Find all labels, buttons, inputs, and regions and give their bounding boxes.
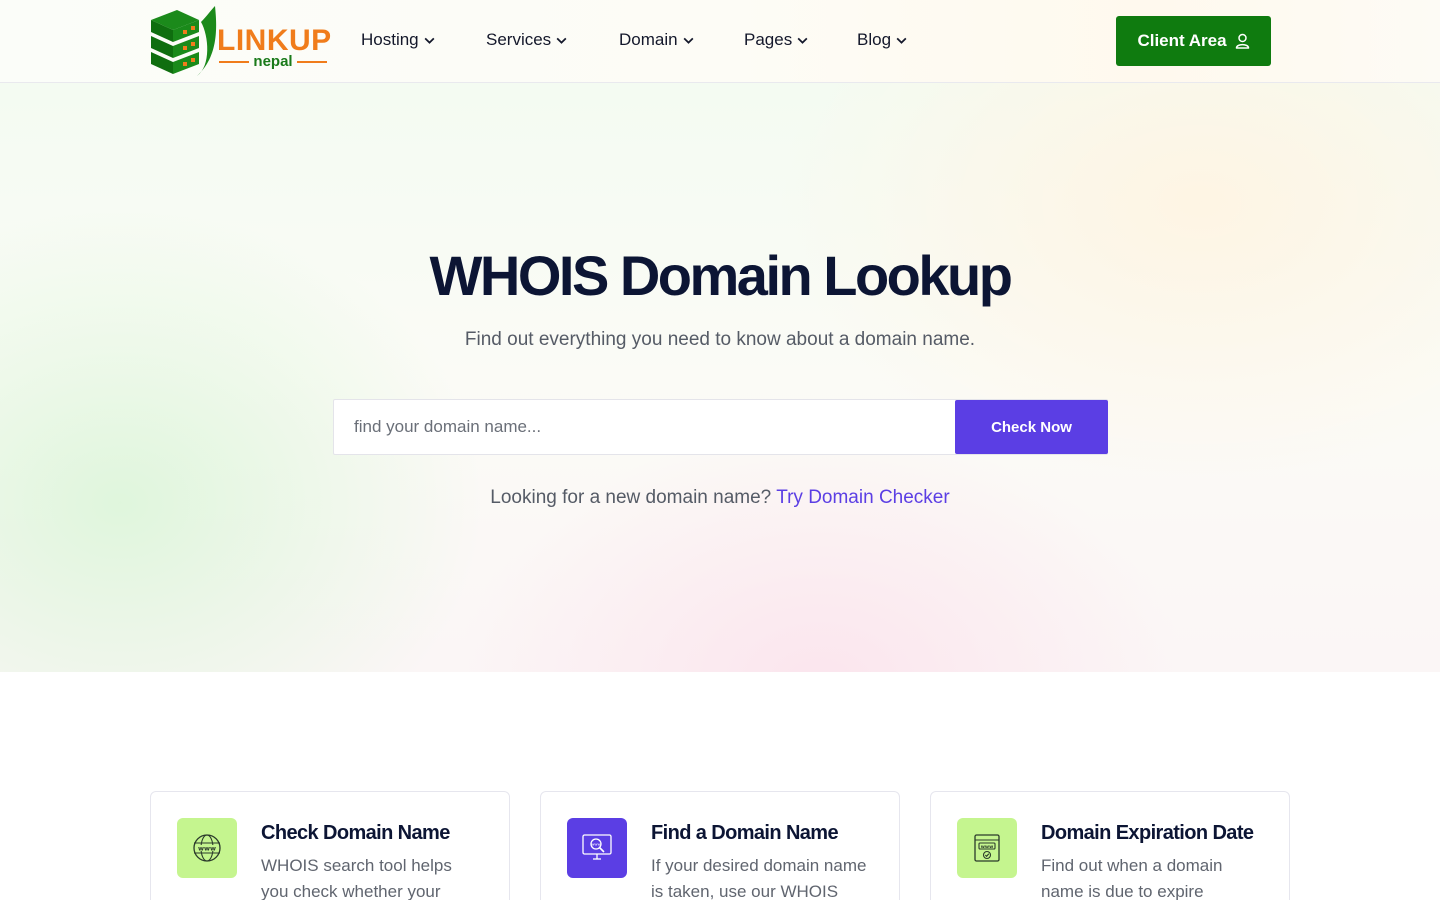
feature-description: WHOIS search tool helps you check whethe… bbox=[261, 856, 452, 900]
check-now-button[interactable]: Check Now bbox=[955, 400, 1108, 454]
client-area-label: Client Area bbox=[1137, 31, 1227, 50]
nav-item-blog[interactable]: Blog bbox=[857, 30, 908, 50]
feature-description: Find out when a domain name is due to ex… bbox=[1041, 856, 1223, 900]
site-header: LINKUP nepal Hosting Services Domain Pag… bbox=[0, 0, 1440, 83]
nav-item-hosting[interactable]: Hosting bbox=[361, 30, 436, 50]
page-title: WHOIS Domain Lookup bbox=[429, 244, 1013, 307]
feature-title: Domain Expiration Date bbox=[1041, 822, 1254, 844]
feature-card-expiration-date: www Domain Expiration Date Find out when… bbox=[930, 791, 1290, 900]
logo-wordmark: LINKUP bbox=[217, 24, 332, 57]
domain-checker-note: Looking for a new domain name? Try Domai… bbox=[0, 486, 1440, 510]
domain-search-input[interactable] bbox=[334, 400, 955, 454]
chevron-down-icon bbox=[683, 37, 694, 44]
chevron-down-icon bbox=[896, 37, 907, 44]
user-icon bbox=[1235, 33, 1249, 49]
feature-title: Find a Domain Name bbox=[651, 822, 839, 844]
nav-item-domain[interactable]: Domain bbox=[619, 30, 695, 50]
try-domain-checker-link[interactable]: Try Domain Checker bbox=[776, 487, 950, 508]
nav-item-label: Blog bbox=[857, 30, 892, 49]
svg-text:www: www bbox=[591, 842, 600, 847]
nav-item-services[interactable]: Services bbox=[486, 30, 568, 50]
hero-section: WHOIS Domain Lookup Find out everything … bbox=[0, 83, 1440, 672]
linkup-nepal-logo[interactable]: LINKUP nepal bbox=[149, 6, 332, 78]
monitor-search-icon: www bbox=[567, 818, 627, 878]
client-area-button[interactable]: Client Area bbox=[1116, 16, 1271, 66]
feature-card-find-domain: www Find a Domain Name If your desired d… bbox=[540, 791, 900, 900]
chevron-down-icon bbox=[556, 37, 567, 44]
svg-text:www: www bbox=[198, 844, 216, 852]
nav-item-pages[interactable]: Pages bbox=[744, 30, 809, 50]
www-globe-icon: www bbox=[177, 818, 237, 878]
nav-item-label: Domain bbox=[619, 30, 678, 49]
nav-item-label: Services bbox=[486, 30, 552, 49]
chevron-down-icon bbox=[424, 37, 435, 44]
domain-search-bar: Check Now bbox=[333, 399, 1108, 455]
nav-item-label: Hosting bbox=[361, 30, 419, 49]
browser-check-icon: www bbox=[957, 818, 1017, 878]
chevron-down-icon bbox=[797, 37, 808, 44]
feature-card-check-domain: www Check Domain Name WHOIS search tool … bbox=[150, 791, 510, 900]
svg-text:www: www bbox=[981, 845, 993, 850]
server-stack-logo-icon bbox=[151, 6, 217, 76]
hero-subtitle: Find out everything you need to know abo… bbox=[464, 329, 976, 350]
logo-subtitle: nepal bbox=[219, 54, 327, 69]
domain-checker-note-text: Looking for a new domain name? bbox=[490, 487, 772, 508]
feature-description: If your desired domain name is taken, us… bbox=[651, 856, 867, 900]
nav-item-label: Pages bbox=[744, 30, 793, 49]
feature-title: Check Domain Name bbox=[261, 822, 450, 844]
